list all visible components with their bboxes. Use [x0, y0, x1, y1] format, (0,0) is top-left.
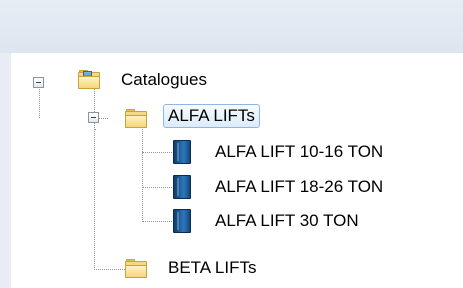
tree-item-alfa-lifts[interactable]: ALFA LIFTs [163, 104, 260, 128]
tree-item-catalogues[interactable]: Catalogues [121, 70, 207, 90]
collapse-toggle-catalogues[interactable] [33, 77, 44, 88]
left-border [0, 53, 11, 288]
tree-window: Catalogues ALFA LIFTs ALFA LIFT 10-16 TO… [0, 0, 463, 288]
tree-connector [142, 152, 172, 153]
tree-item-beta-lifts[interactable]: BETA LIFTs [168, 258, 257, 278]
catalog-tree[interactable]: Catalogues ALFA LIFTs ALFA LIFT 10-16 TO… [11, 53, 463, 288]
collapse-toggle-alfa-lifts[interactable] [88, 112, 99, 123]
tree-item-alfa-lift-10-16-ton[interactable]: ALFA LIFT 10-16 TON [215, 142, 383, 162]
catalog-folder-icon [78, 70, 100, 89]
tree-connector [142, 129, 143, 222]
tree-connector [142, 187, 172, 188]
book-icon [173, 175, 191, 199]
window-header [0, 0, 463, 53]
book-icon [173, 140, 191, 164]
tree-connector [94, 269, 125, 270]
folder-icon [125, 259, 147, 278]
tree-connector [95, 129, 96, 130]
book-icon [173, 209, 191, 233]
folder-icon [125, 109, 147, 128]
tree-connector [94, 82, 95, 270]
tree-connector [142, 221, 172, 222]
tree-item-alfa-lift-18-26-ton[interactable]: ALFA LIFT 18-26 TON [215, 177, 383, 197]
tree-item-alfa-lift-30-ton[interactable]: ALFA LIFT 30 TON [215, 211, 359, 231]
